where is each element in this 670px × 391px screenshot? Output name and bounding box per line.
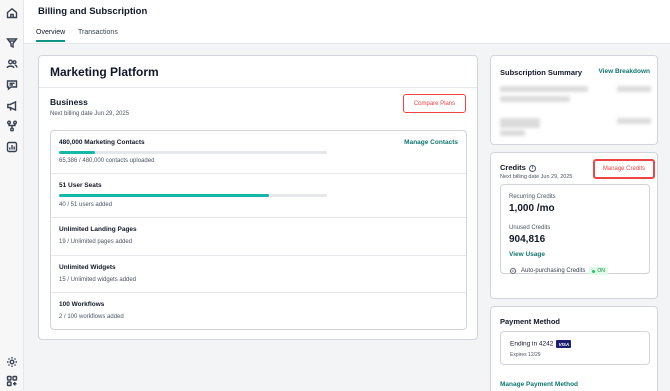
plan-features-list: 480,000 Marketing Contacts Manage Contac… — [50, 130, 467, 330]
payment-method-title: Payment Method — [500, 317, 561, 326]
redacted-value — [617, 86, 651, 92]
auto-purchasing-status: ON — [597, 268, 605, 274]
tab-transactions[interactable]: Transactions — [78, 29, 118, 40]
unused-credits-label: Unused Credits — [509, 225, 551, 231]
subscription-summary-title: Subscription Summary — [500, 68, 583, 77]
card-ending: Ending in 4242 — [510, 340, 554, 348]
product-title: Marketing Platform — [39, 56, 477, 88]
seats-progress-bar — [59, 194, 327, 197]
redacted-value — [617, 118, 651, 124]
seats-progress-fill — [59, 194, 270, 197]
info-icon[interactable]: i — [528, 164, 536, 172]
feature-workflows: 100 Workflows 2 / 100 workflows added — [51, 293, 466, 330]
status-dot — [592, 269, 596, 273]
payment-card-details: Ending in 4242 VISA Expires 12/29 — [500, 331, 650, 365]
auto-purchase-icon — [509, 267, 517, 275]
plan-name: Business — [50, 97, 88, 107]
apps-icon[interactable] — [5, 374, 19, 388]
feature-title: 51 User Seats — [59, 182, 102, 189]
home-icon[interactable] — [5, 6, 19, 20]
credits-card: Credits i Next billing date Jun 29, 2025 … — [490, 152, 658, 299]
feature-title: Unlimited Widgets — [59, 264, 116, 271]
feature-title: 480,000 Marketing Contacts — [59, 139, 145, 146]
credits-next-billing: Next billing date Jun 29, 2025 — [500, 174, 573, 180]
contacts-progress-bar — [59, 151, 327, 154]
contacts-progress-fill — [59, 151, 96, 154]
visa-icon: VISA — [556, 340, 572, 348]
feature-widgets: Unlimited Widgets 15 / Unlimited widgets… — [51, 256, 466, 293]
manage-payment-method-link[interactable]: Manage Payment Method — [500, 381, 578, 388]
feature-user-seats: 51 User Seats 40 / 51 users added — [51, 174, 466, 218]
feature-usage: 40 / 51 users added — [59, 202, 113, 208]
manage-credits-button[interactable]: Manage Credits — [594, 160, 654, 178]
feature-usage: 65,386 / 480,000 contacts uploaded — [59, 158, 155, 164]
workflow-icon[interactable] — [5, 119, 19, 133]
feature-usage: 15 / Unlimited widgets added — [59, 277, 137, 283]
redacted-line — [500, 118, 540, 128]
next-billing-date: Next billing date Jun 29, 2025 — [50, 111, 130, 117]
view-usage-link[interactable]: View Usage — [509, 251, 545, 258]
settings-icon[interactable] — [5, 355, 19, 369]
credits-title-row: Credits i — [500, 163, 536, 172]
feature-landing-pages: Unlimited Landing Pages 19 / Unlimited p… — [51, 218, 466, 256]
users-icon[interactable] — [5, 57, 19, 71]
page-header: Billing and Subscription Overview Transa… — [24, 0, 670, 44]
feature-title: 100 Workflows — [59, 301, 105, 308]
feature-usage: 19 / Unlimited pages added — [59, 239, 133, 245]
feature-contacts: 480,000 Marketing Contacts Manage Contac… — [51, 131, 466, 174]
redacted-line — [500, 96, 570, 102]
auto-purchasing-row: Auto-purchasing Credits ON — [509, 267, 608, 275]
redacted-line — [500, 86, 588, 92]
plan-card: Marketing Platform Business Next billing… — [38, 55, 478, 340]
left-sidebar — [0, 0, 24, 391]
tab-overview[interactable]: Overview — [36, 29, 66, 42]
recurring-credits-value: 1,000 /mo — [509, 203, 555, 214]
card-ending-row: Ending in 4242 VISA — [510, 340, 572, 348]
credits-details: Recurring Credits 1,000 /mo Unused Credi… — [500, 184, 650, 275]
funnel-icon[interactable] — [5, 36, 19, 50]
feature-usage: 2 / 100 workflows added — [59, 314, 124, 320]
compare-plans-button[interactable]: Compare Plans — [403, 94, 466, 113]
chat-icon[interactable] — [5, 78, 19, 92]
view-breakdown-link[interactable]: View Breakdown — [598, 68, 650, 75]
feature-title: Unlimited Landing Pages — [59, 226, 137, 233]
unused-credits-value: 904,816 — [509, 234, 546, 245]
page-title: Billing and Subscription — [38, 6, 148, 17]
auto-purchasing-label: Auto-purchasing Credits — [521, 268, 586, 274]
megaphone-icon[interactable] — [5, 99, 19, 113]
subscription-summary-card: Subscription Summary View Breakdown — [490, 55, 658, 145]
payment-method-card: Payment Method Ending in 4242 VISA Expire… — [490, 306, 658, 391]
card-expiry: Expires 12/29 — [510, 352, 541, 358]
recurring-credits-label: Recurring Credits — [509, 194, 556, 200]
status-badge: ON — [589, 267, 608, 275]
manage-contacts-link[interactable]: Manage Contacts — [404, 139, 458, 146]
chart-icon[interactable] — [5, 140, 19, 154]
redacted-line — [500, 130, 525, 136]
credits-title: Credits — [500, 163, 526, 172]
